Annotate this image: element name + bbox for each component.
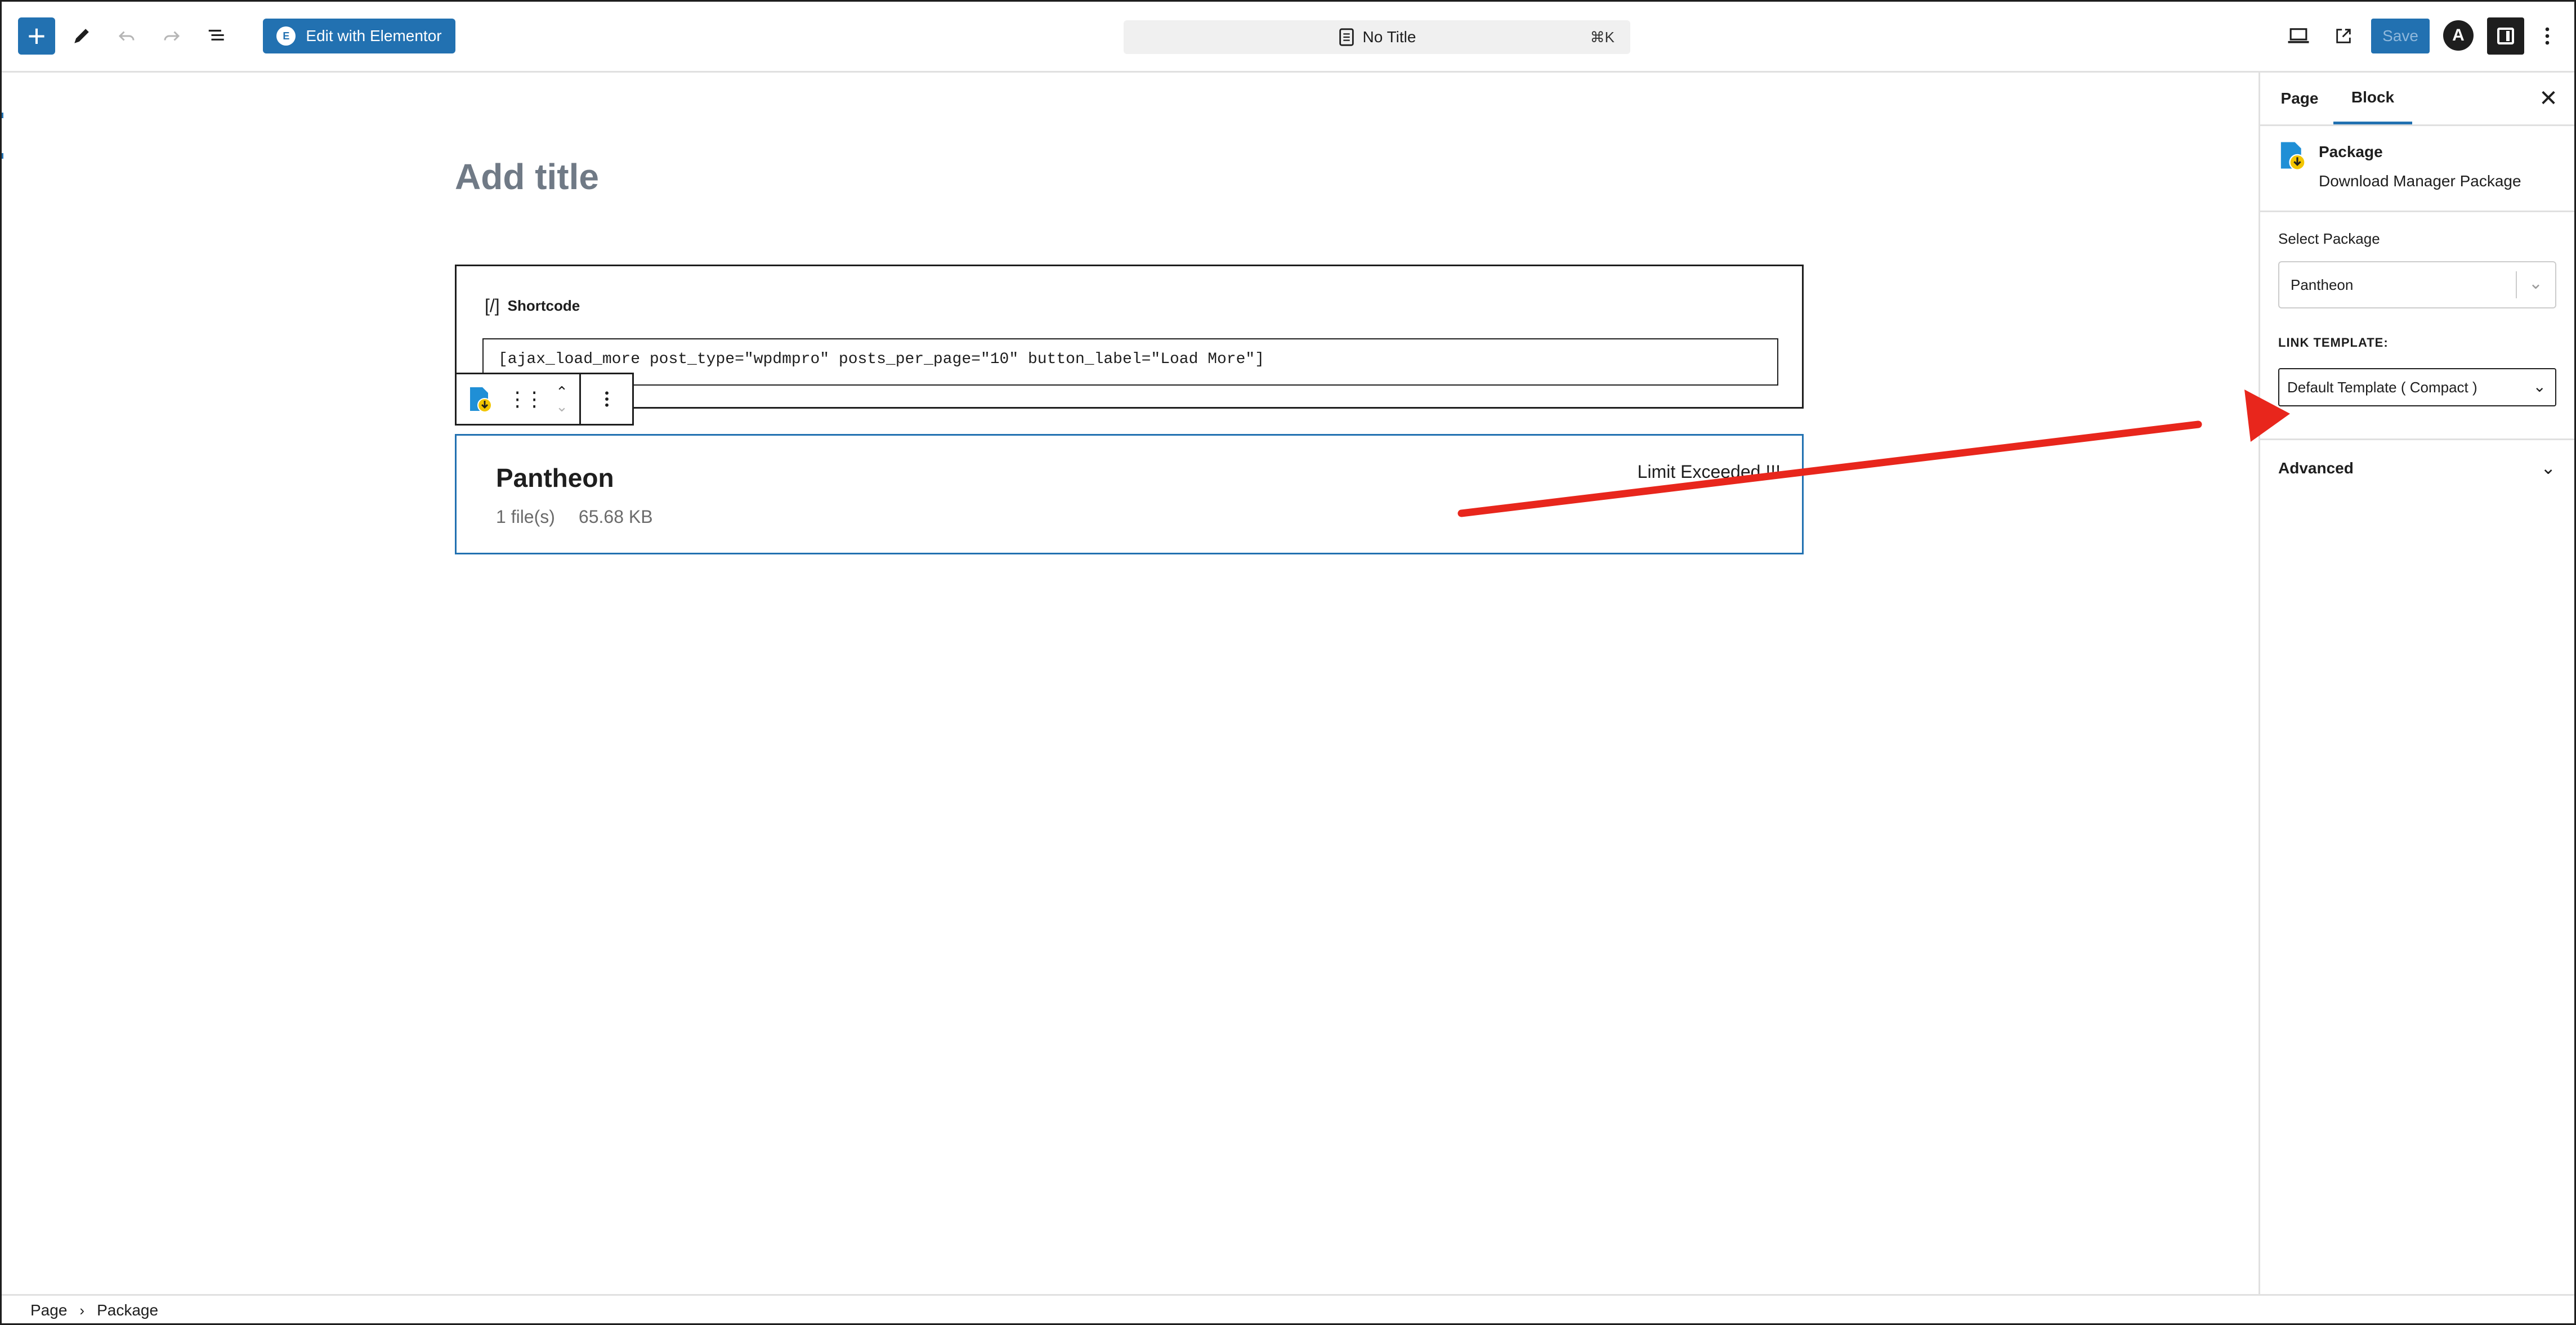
- sidebar-tabs: Page Block ✕: [2260, 73, 2576, 126]
- edit-with-elementor-label: Edit with Elementor: [306, 27, 442, 44]
- chevron-down-icon: ⌄: [2533, 378, 2546, 395]
- breadcrumb: Page › Package: [0, 1294, 2576, 1325]
- more-vertical-icon: [2545, 27, 2550, 45]
- undo-button[interactable]: [108, 17, 145, 55]
- options-button[interactable]: [2533, 17, 2561, 55]
- block-movers: ⌃ ⌄: [556, 384, 568, 414]
- settings-sidebar: Page Block ✕ Package Download Manager Pa…: [2259, 73, 2576, 1294]
- select-separator: [2516, 271, 2517, 298]
- close-sidebar-button[interactable]: ✕: [2530, 80, 2567, 117]
- selected-package-value: Pantheon: [2291, 276, 2354, 293]
- block-card: Package Download Manager Package: [2260, 126, 2576, 212]
- breadcrumb-item-package[interactable]: Package: [97, 1301, 158, 1319]
- close-icon: ✕: [2539, 86, 2558, 111]
- package-meta: 1 file(s) 65.68 KB: [496, 507, 653, 527]
- laptop-icon: [2288, 28, 2309, 43]
- elementor-logo-icon: E: [276, 26, 296, 46]
- sidebar-toggle-icon: [2497, 28, 2514, 44]
- editor-header: + E Edit with Elementor No Title ⌘K Save…: [0, 0, 2576, 73]
- shortcode-block-label: Shortcode: [507, 297, 580, 314]
- block-options-button[interactable]: [581, 374, 632, 424]
- package-limit-status: Limit Exceeded !!!: [1637, 462, 1781, 482]
- redo-icon: [164, 31, 180, 41]
- block-toolbar: ⋮⋮ ⌃ ⌄: [455, 373, 634, 426]
- document-overview-button[interactable]: [198, 17, 235, 55]
- package-block[interactable]: Pantheon 1 file(s) 65.68 KB Limit Exceed…: [455, 434, 1804, 554]
- save-button[interactable]: Save: [2371, 19, 2430, 53]
- document-title: No Title: [1362, 28, 1416, 46]
- select-package-dropdown[interactable]: Pantheon ⌄: [2278, 261, 2556, 308]
- more-vertical-icon: [605, 391, 609, 407]
- block-card-description: Download Manager Package: [2319, 172, 2521, 190]
- breadcrumb-item-page[interactable]: Page: [30, 1301, 67, 1319]
- view-post-button[interactable]: [2325, 17, 2362, 55]
- view-button[interactable]: [2280, 17, 2317, 55]
- package-file-size: 65.68 KB: [578, 507, 653, 527]
- link-template-label: LINK TEMPLATE:: [2278, 335, 2389, 350]
- edit-with-elementor-button[interactable]: E Edit with Elementor: [263, 19, 455, 53]
- astra-settings-button[interactable]: A: [2443, 20, 2474, 51]
- move-up-icon[interactable]: ⌃: [556, 384, 568, 399]
- canvas-edge-marker: [0, 153, 3, 159]
- editor-canvas: Add title [/] Shortcode [ajax_load_more …: [0, 73, 2259, 1294]
- settings-sidebar-toggle[interactable]: [2487, 17, 2524, 55]
- shortcode-block[interactable]: [/] Shortcode [ajax_load_more post_type=…: [455, 265, 1804, 409]
- link-template-value: Default Template ( Compact ): [2287, 378, 2477, 396]
- advanced-panel-label: Advanced: [2278, 459, 2354, 477]
- pencil-icon: [74, 29, 89, 43]
- select-package-label: Select Package: [2278, 230, 2380, 247]
- download-package-icon[interactable]: [468, 385, 493, 413]
- block-inserter-button[interactable]: +: [18, 17, 55, 55]
- astra-logo-icon: A: [2452, 26, 2465, 44]
- undo-icon: [118, 31, 135, 41]
- command-palette-bar[interactable]: No Title ⌘K: [1124, 20, 1630, 54]
- chevron-right-icon: ›: [79, 1301, 85, 1319]
- canvas-edge-marker: [0, 113, 3, 118]
- drag-handle-icon[interactable]: ⋮⋮: [507, 387, 544, 411]
- download-package-icon: [2280, 142, 2306, 171]
- link-template-select[interactable]: Default Template ( Compact ) ⌄: [2278, 368, 2556, 406]
- shortcode-input[interactable]: [ajax_load_more post_type="wpdmpro" post…: [482, 338, 1778, 386]
- move-down-icon[interactable]: ⌄: [556, 399, 568, 414]
- shortcode-icon: [/]: [485, 296, 500, 316]
- post-title-input[interactable]: Add title: [455, 156, 599, 198]
- shortcode-block-header: [/] Shortcode: [485, 296, 580, 316]
- block-card-title: Package: [2319, 143, 2383, 160]
- command-shortcut: ⌘K: [1590, 28, 1615, 46]
- tab-page[interactable]: Page: [2271, 73, 2328, 124]
- advanced-panel-toggle[interactable]: Advanced ⌄: [2260, 438, 2576, 496]
- list-view-icon: [208, 29, 224, 41]
- package-name: Pantheon: [496, 463, 614, 493]
- chevron-down-icon: ⌄: [2541, 458, 2556, 478]
- tab-block[interactable]: Block: [2333, 73, 2412, 124]
- redo-button[interactable]: [153, 17, 190, 55]
- package-file-count: 1 file(s): [496, 507, 555, 527]
- document-icon: [1339, 28, 1354, 46]
- tools-button[interactable]: [63, 17, 100, 55]
- chevron-down-icon: ⌄: [2528, 274, 2543, 293]
- plus-icon: +: [27, 18, 46, 53]
- external-link-icon: [2336, 29, 2351, 43]
